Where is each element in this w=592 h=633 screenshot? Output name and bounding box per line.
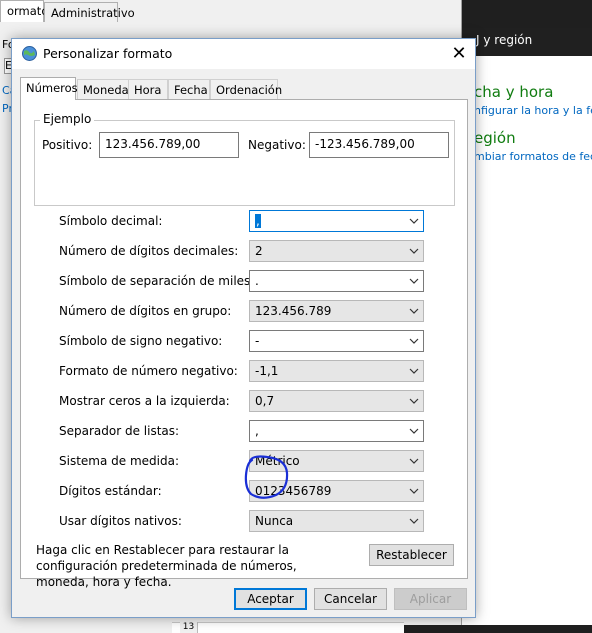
section-heading-date-time: cha y hora	[474, 83, 554, 101]
positive-example-field: 123.456.789,00	[99, 132, 239, 158]
list-separator-label: Separador de listas:	[59, 424, 180, 438]
chevron-down-icon	[409, 518, 419, 524]
digit-grouping-select[interactable]: 123.456.789	[249, 300, 424, 322]
measurement-system-label: Sistema de medida:	[59, 454, 179, 468]
list-separator-select[interactable]: ,	[249, 420, 424, 442]
tab-moneda[interactable]: Moneda	[77, 79, 129, 99]
chevron-down-icon	[409, 458, 419, 464]
section-heading-region: egión	[474, 129, 516, 147]
chevron-down-icon	[409, 248, 419, 254]
apply-button[interactable]: Aplicar	[394, 588, 467, 610]
negative-format-label: Formato de número negativo:	[59, 364, 238, 378]
reset-button[interactable]: Restablecer	[369, 544, 454, 566]
chevron-down-icon	[409, 368, 419, 374]
tab-numeros[interactable]: Números	[20, 77, 78, 100]
chevron-down-icon	[409, 278, 419, 284]
link-configure-time[interactable]: nfigurar la hora y la fe	[474, 104, 592, 117]
chevron-down-icon	[409, 398, 419, 404]
thousands-separator-label: Símbolo de separación de miles:	[59, 274, 255, 288]
leading-zeros-select[interactable]: 0,7	[249, 390, 424, 412]
dialog-title: Personalizar formato	[43, 46, 173, 61]
decimal-digits-label: Número de dígitos decimales:	[59, 244, 239, 258]
decimal-digits-select[interactable]: 2	[249, 240, 424, 262]
close-icon: ✕	[451, 43, 467, 64]
chevron-down-icon	[409, 428, 419, 434]
spreadsheet-strip	[172, 622, 404, 633]
chevron-down-icon	[409, 338, 419, 344]
right-window-content: cha y hora nfigurar la hora y la fe egió…	[462, 56, 592, 633]
digit-grouping-label: Número de dígitos en grupo:	[59, 304, 232, 318]
right-window-bottom	[404, 625, 592, 633]
negative-format-select[interactable]: -1,1	[249, 360, 424, 382]
negative-label: Negativo:	[248, 138, 306, 152]
native-digits-select[interactable]: Nunca	[249, 510, 424, 532]
decimal-symbol-label: Símbolo decimal:	[59, 214, 163, 228]
decimal-symbol-select[interactable]: ,	[249, 210, 424, 232]
ok-button[interactable]: Aceptar	[234, 588, 307, 610]
standard-digits-label: Dígitos estándar:	[59, 484, 162, 498]
annotation-circle	[244, 455, 289, 499]
link-change-formats[interactable]: mbiar formatos de fec	[474, 150, 592, 163]
tab-ordenacion[interactable]: Ordenación	[210, 79, 282, 99]
native-digits-label: Usar dígitos nativos:	[59, 514, 182, 528]
dialog-titlebar: Personalizar formato ✕	[12, 39, 475, 69]
positive-label: Positivo:	[42, 138, 93, 152]
tab-fecha[interactable]: Fecha	[168, 79, 210, 99]
customize-format-dialog: Personalizar formato ✕ Números Moneda Ho…	[11, 38, 476, 618]
tab-hora[interactable]: Hora	[128, 79, 168, 99]
reset-note: Haga clic en Restablecer para restaurar …	[36, 543, 297, 589]
thousands-separator-select[interactable]: .	[249, 270, 424, 292]
negative-sign-label: Símbolo de signo negativo:	[59, 334, 223, 348]
negative-sign-select[interactable]: -	[249, 330, 424, 352]
chevron-down-icon	[409, 488, 419, 494]
right-window-title: J y región	[462, 28, 592, 56]
example-legend: Ejemplo	[40, 112, 95, 126]
globe-icon	[22, 46, 37, 61]
row-number: 13	[180, 622, 198, 633]
parent-tab-administrativo[interactable]: Administrativo	[44, 2, 135, 22]
close-button[interactable]: ✕	[444, 41, 474, 67]
parent-tab-formatos[interactable]: ormatos	[0, 0, 54, 22]
chevron-down-icon	[409, 308, 419, 314]
leading-zeros-label: Mostrar ceros a la izquierda:	[59, 394, 230, 408]
negative-example-field: -123.456.789,00	[309, 132, 449, 158]
chevron-down-icon	[409, 218, 419, 224]
cancel-button[interactable]: Cancelar	[314, 588, 387, 610]
